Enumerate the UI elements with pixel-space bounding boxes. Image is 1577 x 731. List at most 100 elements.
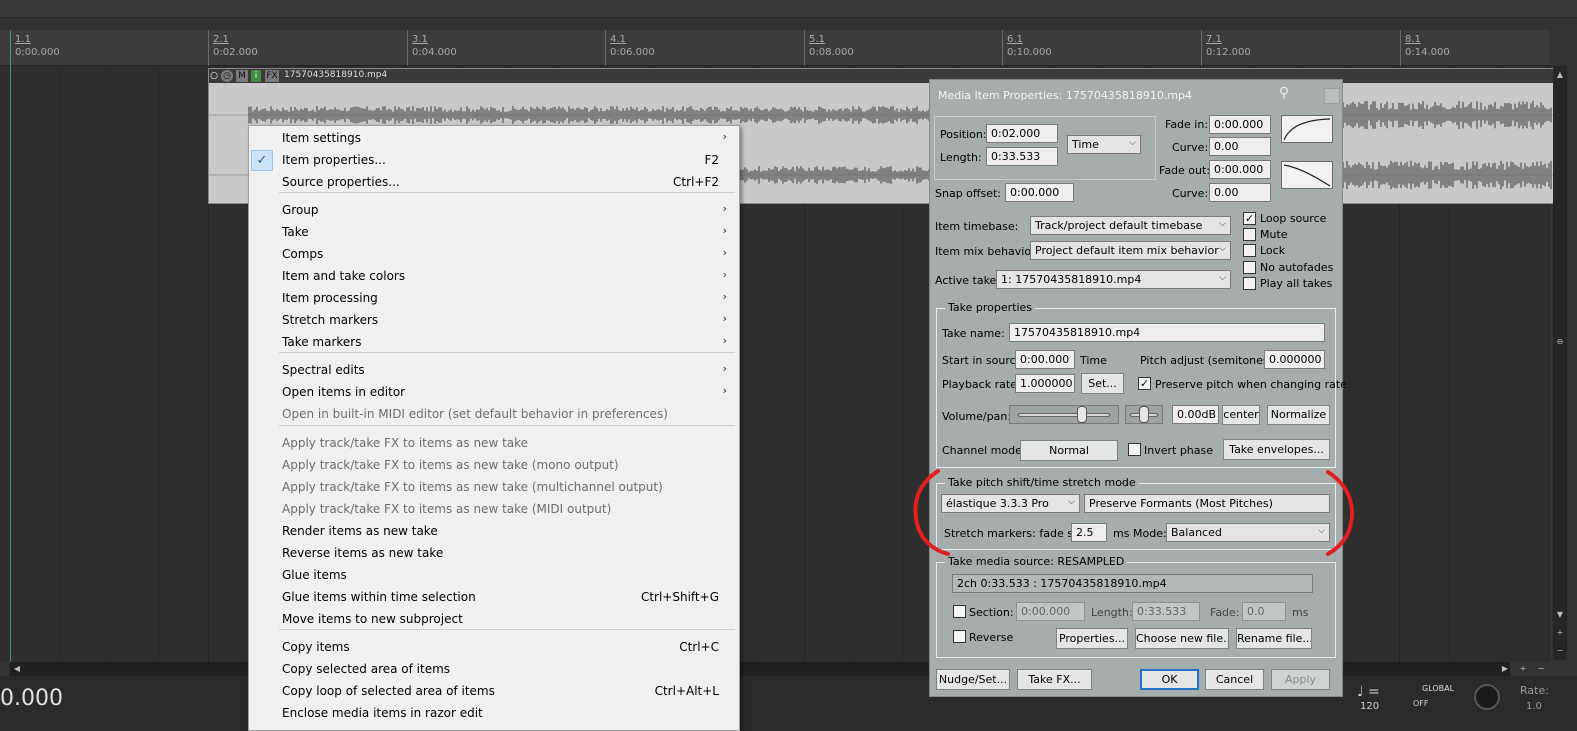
take-envelopes-button[interactable]: Take envelopes... [1223, 439, 1330, 460]
zoom-out-icon[interactable]: − [1555, 646, 1565, 656]
invert-phase-checkbox[interactable] [1128, 443, 1141, 456]
play-all-takes-checkbox[interactable] [1243, 277, 1256, 290]
item-handle-icon[interactable]: ○ [210, 70, 218, 82]
take-name-field[interactable]: 17570435818910.mp4 [1009, 323, 1325, 342]
pitch-adjust-field[interactable]: 0.000000 [1264, 350, 1325, 369]
rename-file-button[interactable]: Rename file... [1236, 628, 1312, 649]
ruler-mark[interactable]: 7.1 0:12.000 [1201, 30, 1251, 66]
ok-button[interactable]: OK [1140, 669, 1199, 690]
curve-in-field[interactable]: 0.00 [1209, 137, 1271, 156]
menu-item-take[interactable]: Take › [249, 222, 739, 243]
pan-slider[interactable] [1125, 405, 1163, 424]
menu-item-comps[interactable]: Comps › [249, 244, 739, 265]
fade-out-field[interactable]: 0:00.000 [1209, 160, 1271, 179]
timeline-ruler[interactable]: 1.1 0:00.000 2.1 0:02.000 3.1 0:04.000 4.1 0:06… [0, 30, 1550, 66]
collapse-icon[interactable]: ⊖ [1555, 337, 1565, 347]
ruler-mark[interactable]: 8.1 0:14.000 [1400, 30, 1450, 66]
global-automation-state[interactable]: OFF [1413, 699, 1429, 708]
choose-new-file-button[interactable]: Choose new file... [1135, 628, 1229, 649]
menu-item-group[interactable]: Group › [249, 200, 739, 221]
ruler-mark[interactable]: 4.1 0:06.000 [605, 30, 655, 66]
scroll-right-icon[interactable]: ▶ [1500, 664, 1510, 674]
menu-item-item-and-take-colors[interactable]: Item and take colors › [249, 266, 739, 287]
transport-time-display[interactable]: 0.000 [0, 686, 63, 711]
menu-item-reverse-items-as-new-take[interactable]: Reverse items as new take [249, 543, 739, 564]
menu-item-copy-items[interactable]: Copy items Ctrl+C [249, 637, 739, 658]
section-start-field[interactable]: 0:00.000 [1016, 602, 1085, 621]
menu-item-glue-items[interactable]: Glue items [249, 565, 739, 586]
item-fx-button[interactable]: FX [265, 70, 279, 82]
properties-button[interactable]: Properties... [1056, 628, 1128, 649]
bpm-value[interactable]: 120 [1360, 701, 1379, 712]
hzoom-in-icon[interactable]: + [1518, 664, 1528, 674]
fade-in-curve-icon[interactable] [1281, 115, 1333, 143]
item-timebase-select[interactable]: Track/project default timebase ⌵ [1030, 216, 1231, 235]
volume-db-field[interactable]: 0.00dB [1172, 405, 1219, 424]
menu-item-copy-loop-of-selected-area-of-items[interactable]: Copy loop of selected area of items Ctrl+… [249, 681, 739, 702]
channel-mode-button[interactable]: Normal [1020, 440, 1118, 461]
pitch-shift-algorithm-select[interactable]: élastique 3.3.3 Pro ⌵ [941, 494, 1080, 513]
item-mix-select[interactable]: Project default item mix behavior ⌵ [1030, 241, 1231, 260]
mute-checkbox[interactable] [1243, 228, 1256, 241]
menu-item-enclose-media-items-in-razor-edit[interactable]: Enclose media items in razor edit [249, 703, 739, 724]
pan-slider-knob[interactable] [1139, 406, 1149, 423]
menu-item-item-processing[interactable]: Item processing › [249, 288, 739, 309]
item-mute-button[interactable]: M [236, 70, 248, 82]
fade-size-field[interactable]: 2.5 [1071, 523, 1107, 542]
menu-item-open-items-in-editor[interactable]: Open items in editor › [249, 382, 739, 403]
loop-source-checkbox[interactable]: ✓ [1243, 212, 1256, 225]
pin-icon[interactable]: ⚲ [1276, 85, 1292, 101]
fade-out-curve-icon[interactable] [1281, 161, 1333, 189]
menu-item-item-properties[interactable]: ✓ Item properties... F2 [249, 150, 739, 171]
menu-item-item-settings[interactable]: Item settings › [249, 128, 739, 149]
reverse-checkbox[interactable] [953, 630, 966, 643]
menu-item-glue-items-within-time-selection[interactable]: Glue items within time selection Ctrl+Shi… [249, 587, 739, 608]
zoom-in-icon[interactable]: + [1555, 628, 1565, 638]
position-field[interactable]: 0:02.000 [986, 124, 1058, 143]
hzoom-out-icon[interactable]: − [1536, 664, 1546, 674]
close-button[interactable] [1324, 88, 1340, 104]
vertical-scrollbar[interactable] [1553, 66, 1567, 660]
volume-slider-knob[interactable] [1077, 406, 1087, 423]
time-mode-select[interactable]: Time ⌵ [1067, 135, 1141, 154]
nudge-set-button[interactable]: Nudge/Set... [936, 669, 1010, 690]
cancel-button[interactable]: Cancel [1205, 669, 1264, 690]
no-autofades-checkbox[interactable] [1243, 261, 1256, 274]
menu-item-spectral-edits[interactable]: Spectral edits › [249, 360, 739, 381]
stretch-mode-select[interactable]: Balanced ⌵ [1166, 523, 1330, 542]
normalize-button[interactable]: Normalize [1267, 405, 1330, 425]
master-volume-knob[interactable] [1474, 684, 1500, 710]
section-fade-field[interactable]: 0.0 [1242, 602, 1286, 621]
take-fx-button[interactable]: Take FX... [1017, 669, 1092, 690]
fade-in-field[interactable]: 0:00.000 [1209, 115, 1271, 134]
active-take-select[interactable]: 1: 17570435818910.mp4 ⌵ [996, 270, 1231, 289]
curve-out-field[interactable]: 0.00 [1209, 183, 1271, 202]
section-checkbox[interactable] [953, 605, 966, 618]
rate-value[interactable]: 1.0 [1526, 701, 1542, 712]
item-clock-icon[interactable]: ◷ [221, 70, 233, 82]
item-info-button[interactable]: i [251, 70, 261, 82]
start-in-source-field[interactable]: 0:00.000 [1015, 350, 1075, 369]
apply-button[interactable]: Apply [1271, 669, 1330, 690]
ruler-mark[interactable]: 2.1 0:02.000 [208, 30, 258, 66]
preserve-pitch-checkbox[interactable]: ✓ [1138, 377, 1151, 390]
lock-checkbox[interactable] [1243, 244, 1256, 257]
menu-item-move-items-to-new-subproject[interactable]: Move items to new subproject [249, 609, 739, 630]
volume-slider[interactable] [1009, 405, 1119, 424]
section-length-field[interactable]: 0:33.533 [1132, 602, 1200, 621]
menu-item-stretch-markers[interactable]: Stretch markers › [249, 310, 739, 331]
playback-rate-field[interactable]: 1.000000 [1015, 374, 1075, 393]
menu-item-source-properties[interactable]: Source properties... Ctrl+F2 [249, 172, 739, 193]
center-button[interactable]: center [1222, 405, 1260, 425]
scroll-down-icon[interactable]: ▼ [1555, 610, 1565, 620]
scroll-left-icon[interactable]: ◀ [12, 664, 22, 674]
ruler-mark[interactable]: 6.1 0:10.000 [1002, 30, 1052, 66]
ruler-mark[interactable]: 3.1 0:04.000 [407, 30, 457, 66]
global-automation-label[interactable]: GLOBAL [1422, 684, 1454, 693]
menu-item-copy-selected-area-of-items[interactable]: Copy selected area of items [249, 659, 739, 680]
menu-item-render-items-as-new-take[interactable]: Render items as new take [249, 521, 739, 542]
menu-item-take-markers[interactable]: Take markers › [249, 332, 739, 353]
dialog-titlebar[interactable]: Media Item Properties: 17570435818910.mp… [930, 80, 1342, 110]
ruler-mark[interactable]: 5.1 0:08.000 [804, 30, 854, 66]
pitch-shift-mode-select[interactable]: Preserve Formants (Most Pitches) [1084, 494, 1330, 513]
